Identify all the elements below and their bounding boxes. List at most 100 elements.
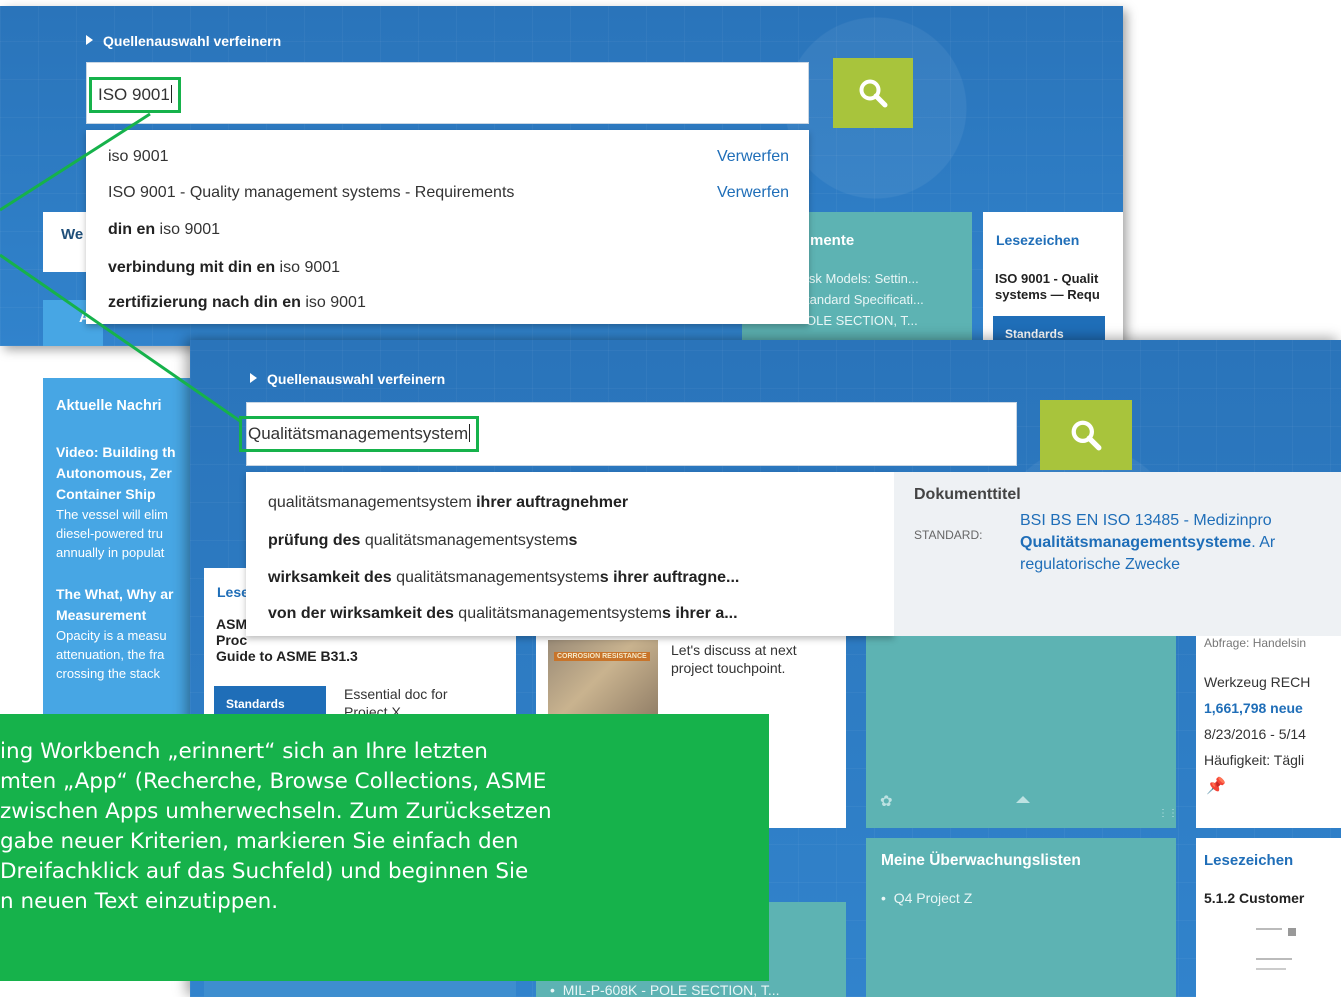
suggestion-text: ISO 9001 - Quality management systems - …	[108, 184, 515, 201]
bookmarks-card-2[interactable]: Lesezeichen 5.1.2 Customer	[1196, 838, 1341, 997]
bookmarks-card-title: Lese	[217, 584, 249, 600]
search-input[interactable]: Qualitätsmanagementsystem	[239, 402, 1017, 466]
news-item-body: attenuation, the fra	[56, 647, 165, 662]
watchlist-item[interactable]: • Q4 Project Z	[881, 890, 972, 906]
document-result-link[interactable]: BSI BS EN ISO 13485 - Medizinpro	[1020, 512, 1272, 530]
frequency-label: Häufigkeit: Tägli	[1204, 752, 1305, 768]
document-result-link[interactable]: regulatorische Zwecke	[1020, 556, 1180, 574]
suggestion-text: qualitätsmanagementsystem	[360, 532, 569, 549]
suggestion-item[interactable]: iso 9001 Verwerfen	[108, 148, 789, 166]
bookmarks-title: Lesezeichen	[1204, 852, 1294, 869]
news-item-body: annually in populat	[56, 545, 165, 560]
tip-line: n neuen Text einzutippen.	[0, 889, 279, 914]
news-item-title[interactable]: Container Ship	[56, 486, 156, 502]
tool-label: Werkzeug RECH	[1204, 674, 1311, 690]
document-link[interactable]: OLE SECTION, T...	[806, 313, 918, 328]
search-input-value: Qualitätsmanagementsystem	[239, 416, 480, 452]
document-link[interactable]: tandard Specificati...	[806, 292, 924, 307]
bookmark-doc-title[interactable]: 5.1.2 Customer	[1204, 890, 1304, 906]
document-result-link[interactable]: Qualitätsmanagementsysteme. Ar	[1020, 534, 1275, 552]
news-item-body: Opacity is a measu	[56, 628, 167, 643]
document-link[interactable]: isk Models: Settin...	[806, 271, 919, 286]
image-caption: CORROSION RESISTANCE	[554, 652, 650, 661]
discard-link[interactable]: Verwerfen	[717, 148, 789, 166]
document-result-highlight: Qualitätsmanagementsysteme	[1020, 534, 1252, 551]
suggestion-item[interactable]: din en iso 9001	[108, 221, 789, 239]
tip-callout: ing Workbench „erinnert“ sich an Ihre le…	[0, 714, 769, 981]
bookmark-doc-title[interactable]: systems — Requ	[995, 287, 1100, 302]
suggestion-bold: verbindung mit din en	[108, 259, 276, 276]
suggestion-text: iso 9001	[155, 221, 221, 238]
suggestion-bold: von der wirksamkeit des	[268, 605, 454, 622]
search-icon	[1071, 420, 1102, 451]
suggestion-bold: ihrer auftragnehmer	[471, 494, 629, 511]
suggestion-item[interactable]: zertifizierung nach din en iso 9001	[108, 294, 789, 312]
suggestion-text: qualitätsmanagementsystem	[268, 494, 472, 511]
suggestion-bold: s ihrer a...	[661, 605, 738, 622]
document-link-label: MIL-P-608K - POLE SECTION, T...	[562, 982, 780, 997]
refine-sources-toggle[interactable]: Quellenauswahl verfeinern	[86, 33, 281, 49]
suggestion-bold: prüfung des	[268, 532, 361, 549]
annotation-text: Let's discuss at next	[671, 642, 797, 658]
bookmark-doc-title[interactable]: ASM	[216, 616, 247, 632]
new-results-count[interactable]: 1,661,798 neue	[1204, 700, 1303, 716]
bookmark-doc-title[interactable]: ISO 9001 - Qualit	[995, 271, 1098, 286]
document-link[interactable]: • MIL-P-608K - POLE SECTION, T...	[550, 982, 780, 997]
document-preview-title: Dokumenttitel	[914, 486, 1021, 503]
tile-welcome-title: We	[61, 226, 84, 243]
suggestion-dropdown: iso 9001 Verwerfen ISO 9001 - Quality ma…	[86, 130, 809, 324]
suggestion-bold: din en	[108, 221, 156, 238]
tile-documents-title: mente	[810, 232, 855, 249]
news-item-title[interactable]: The What, Why ar	[56, 586, 173, 602]
refine-sources-label: Quellenauswahl verfeinern	[267, 371, 446, 387]
search-input[interactable]: ISO 9001	[86, 62, 809, 124]
teal-card[interactable]: ✿ ⋮⋮	[866, 630, 1178, 828]
news-tile[interactable]: Aktuelle Nachri Video: Building th Auton…	[43, 378, 190, 718]
document-thumbnail	[1256, 922, 1296, 982]
news-title: Aktuelle Nachri	[56, 398, 162, 414]
query-label: Abfrage: Handelsin	[1204, 636, 1307, 650]
bookmark-doc-title[interactable]: Proc	[216, 632, 247, 648]
news-item-title[interactable]: Measurement	[56, 607, 146, 623]
tip-line: Dreifachklick auf das Suchfeld) und begi…	[0, 859, 529, 884]
document-result-text: . Ar	[1251, 534, 1276, 551]
suggestion-text: iso 9001	[300, 294, 366, 311]
discard-link[interactable]: Verwerfen	[717, 184, 789, 202]
chevron-up-icon[interactable]	[1016, 796, 1030, 803]
suggestion-item[interactable]: qualitätsmanagementsystem ihrer auftragn…	[268, 494, 874, 512]
tip-line: zwischen Apps umherwechseln. Zum Zurücks…	[0, 799, 552, 824]
watchlists-title: Meine Überwachungslisten	[881, 852, 1081, 869]
suggestion-item[interactable]: wirksamkeit des qualitätsmanagementsyste…	[268, 569, 874, 587]
suggestion-item[interactable]: von der wirksamkeit des qualitätsmanagem…	[268, 605, 874, 623]
triangle-right-icon	[250, 373, 257, 383]
search-icon	[859, 79, 888, 108]
refine-sources-toggle[interactable]: Quellenauswahl verfeinern	[250, 371, 445, 387]
news-item-body: diesel-powered tru	[56, 526, 163, 541]
saved-search-card[interactable]: Abfrage: Handelsin Werkzeug RECH 1,661,7…	[1196, 630, 1341, 828]
triangle-right-icon	[86, 35, 93, 45]
suggestion-text: iso 9001	[275, 259, 341, 276]
tip-line: gabe neuer Kriterien, markieren Sie einf…	[0, 829, 519, 854]
palette-icon[interactable]: ✿	[880, 792, 893, 810]
suggestion-item[interactable]: verbindung mit din en iso 9001	[108, 259, 789, 277]
screenshot-iso-search: Quellenauswahl verfeinern ISO 9001 We Ab…	[0, 6, 1123, 346]
news-item-body: crossing the stack	[56, 666, 161, 681]
resize-grip-icon[interactable]: ⋮⋮	[1158, 808, 1178, 819]
watchlists-card[interactable]: Meine Überwachungslisten • Q4 Project Z	[866, 838, 1176, 997]
suggestion-bold: s ihrer auftragne...	[599, 569, 740, 586]
pin-icon[interactable]: 📌	[1206, 776, 1226, 796]
suggestion-item[interactable]: prüfung des qualitätsmanagementsystems	[268, 532, 874, 550]
bookmark-doc-title[interactable]: Guide to ASME B31.3	[216, 648, 358, 664]
search-button[interactable]	[833, 58, 913, 128]
search-button[interactable]	[1040, 400, 1132, 470]
refine-sources-label: Quellenauswahl verfeinern	[103, 33, 282, 49]
bookmark-note: Essential doc for	[344, 686, 448, 702]
tile-bookmarks[interactable]: Lesezeichen ISO 9001 - Qualit systems — …	[983, 212, 1123, 346]
news-item-title[interactable]: Video: Building th	[56, 444, 176, 460]
tutorial-composite: Quellenauswahl verfeinern ISO 9001 We Ab…	[0, 0, 1341, 997]
watchlist-item-label: Q4 Project Z	[893, 890, 973, 906]
news-item-title[interactable]: Autonomous, Zer	[56, 465, 172, 481]
suggestion-item[interactable]: ISO 9001 - Quality management systems - …	[108, 184, 789, 202]
news-item-body: The vessel will elim	[56, 507, 168, 522]
annotation-text: project touchpoint.	[671, 660, 786, 676]
